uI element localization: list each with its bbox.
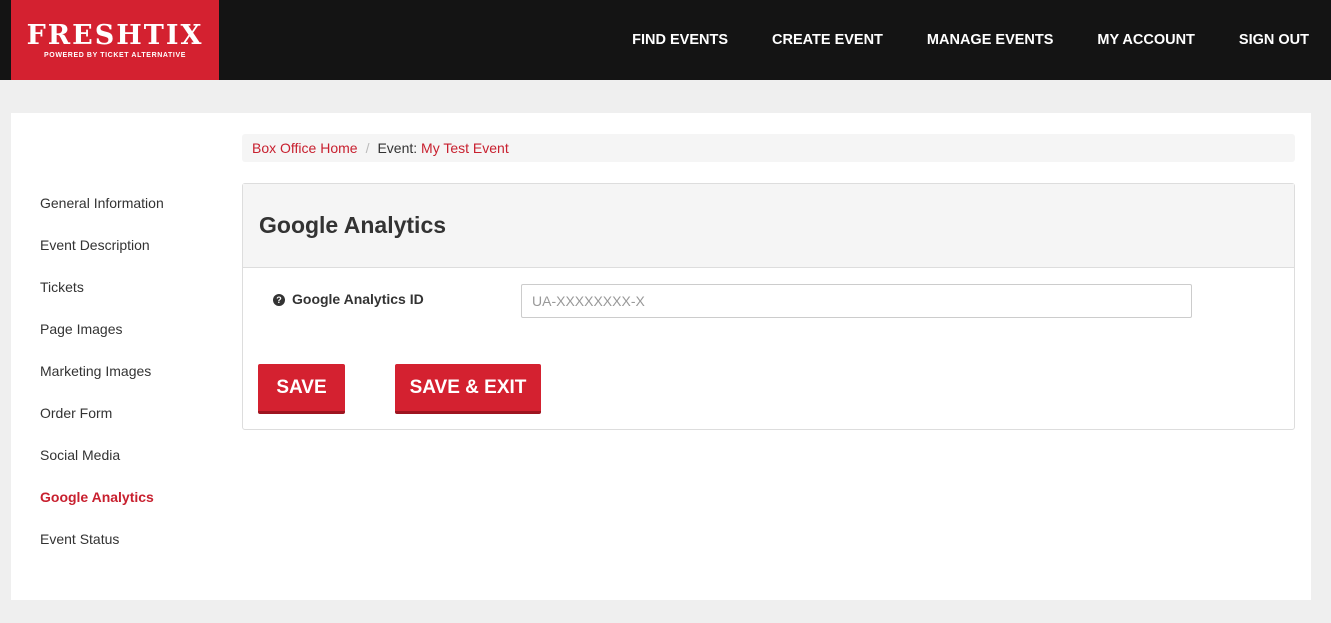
nav-find-events[interactable]: FIND EVENTS <box>632 32 728 48</box>
sidebar-item-tickets[interactable]: Tickets <box>40 275 240 317</box>
logo-title: FRESHTIX <box>26 19 204 51</box>
breadcrumb-event-link[interactable]: My Test Event <box>421 140 509 156</box>
content-container: General Information Event Description Ti… <box>11 113 1311 600</box>
sidebar-item-order-form[interactable]: Order Form <box>40 401 240 443</box>
breadcrumb-event-prefix: Event: <box>377 140 418 156</box>
breadcrumb: Box Office Home / Event: My Test Event <box>242 134 1295 162</box>
nav-manage-events[interactable]: MANAGE EVENTS <box>927 32 1054 48</box>
main-nav: FIND EVENTS CREATE EVENT MANAGE EVENTS M… <box>610 0 1331 80</box>
google-analytics-id-row: ? Google Analytics ID <box>243 284 1294 318</box>
sidebar-item-event-description[interactable]: Event Description <box>40 233 240 275</box>
logo-subtitle: POWERED BY TICKET ALTERNATIVE <box>44 51 186 59</box>
google-analytics-panel: Google Analytics ? Google Analytics ID S… <box>242 183 1295 430</box>
sidebar-item-general-information[interactable]: General Information <box>40 191 240 233</box>
nav-sign-out[interactable]: SIGN OUT <box>1239 32 1309 48</box>
panel-title: Google Analytics <box>259 212 447 238</box>
panel-header: Google Analytics <box>243 184 1294 268</box>
save-button[interactable]: SAVE <box>258 364 345 414</box>
top-navbar: FRESHTIX POWERED BY TICKET ALTERNATIVE F… <box>0 0 1331 80</box>
google-analytics-id-input[interactable] <box>521 284 1192 318</box>
sidebar-item-social-media[interactable]: Social Media <box>40 443 240 485</box>
sidebar-item-page-images[interactable]: Page Images <box>40 317 240 359</box>
breadcrumb-separator: / <box>365 140 370 156</box>
save-and-exit-button[interactable]: SAVE & EXIT <box>395 364 541 414</box>
freshtix-logo[interactable]: FRESHTIX POWERED BY TICKET ALTERNATIVE <box>11 0 219 80</box>
sidebar-item-event-status[interactable]: Event Status <box>40 527 240 569</box>
sidebar-item-google-analytics[interactable]: Google Analytics <box>40 485 240 527</box>
sidebar-item-marketing-images[interactable]: Marketing Images <box>40 359 240 401</box>
event-settings-sidebar: General Information Event Description Ti… <box>40 191 240 569</box>
question-circle-icon[interactable]: ? <box>273 294 285 306</box>
google-analytics-id-label: Google Analytics ID <box>292 291 424 307</box>
nav-create-event[interactable]: CREATE EVENT <box>772 32 883 48</box>
nav-my-account[interactable]: MY ACCOUNT <box>1097 32 1194 48</box>
breadcrumb-box-office-home[interactable]: Box Office Home <box>252 140 358 156</box>
